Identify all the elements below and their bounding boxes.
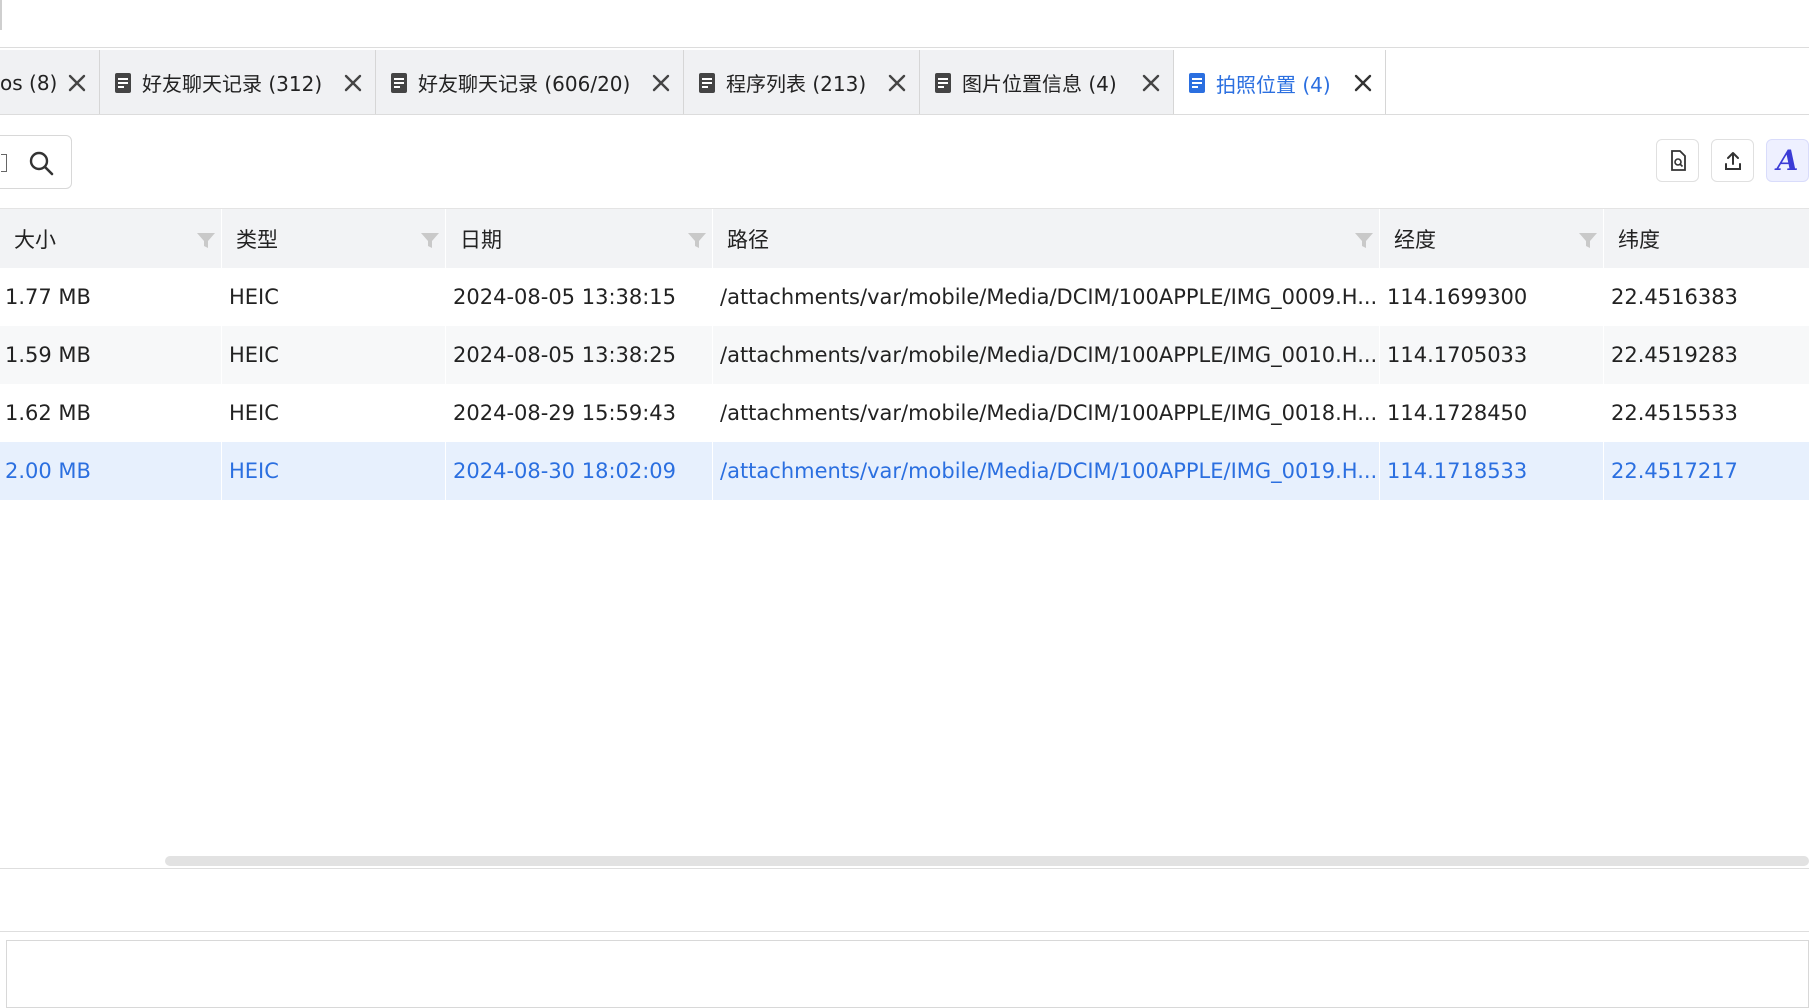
cell-type: HEIC [222, 326, 446, 384]
cell-size: 1.59 MB [0, 326, 222, 384]
search-bracket-glyph [1, 154, 7, 172]
detail-panel [0, 868, 1809, 932]
status-panel [6, 940, 1809, 1008]
column-header-size[interactable]: 大小 [0, 209, 222, 268]
column-header-path[interactable]: 路径 [713, 209, 1380, 268]
table-row[interactable]: 1.59 MB HEIC 2024-08-05 13:38:25 /attach… [0, 326, 1809, 384]
filter-icon[interactable] [195, 229, 217, 251]
cell-size: 1.62 MB [0, 384, 222, 442]
tab-friend-chat-606[interactable]: 好友聊天记录 (606/20) [376, 50, 684, 114]
cell-type: HEIC [222, 442, 446, 500]
search-box[interactable] [0, 135, 72, 189]
document-icon [391, 72, 407, 93]
column-label: 经度 [1394, 227, 1436, 252]
table-row[interactable]: 1.62 MB HEIC 2024-08-29 15:59:43 /attach… [0, 384, 1809, 442]
tab-friend-chat-312[interactable]: 好友聊天记录 (312) [100, 50, 376, 114]
tab-photo-location[interactable]: 拍照位置 (4) [1174, 50, 1386, 114]
cell-date: 2024-08-30 18:02:09 [446, 442, 713, 500]
column-label: 纬度 [1618, 227, 1660, 252]
close-icon[interactable] [65, 71, 89, 95]
close-icon[interactable] [885, 71, 909, 95]
cell-latitude: 22.4516383 [1611, 285, 1738, 309]
cell-latitude: 22.4515533 [1611, 401, 1738, 425]
cell-latitude: 22.4517217 [1611, 459, 1738, 483]
ai-assistant-button[interactable]: A [1766, 139, 1809, 182]
tab-photos[interactable]: os (8) [0, 50, 100, 114]
close-icon[interactable] [341, 71, 365, 95]
column-label: 大小 [14, 227, 56, 252]
column-header-date[interactable]: 日期 [446, 209, 713, 268]
upload-button[interactable] [1711, 139, 1754, 182]
close-icon[interactable] [649, 71, 673, 95]
tab-label: 好友聊天记录 (312) [142, 72, 323, 96]
column-header-longitude[interactable]: 经度 [1380, 209, 1604, 268]
file-preview-icon [1670, 149, 1686, 171]
cell-type: HEIC [222, 268, 446, 326]
cell-size: 1.77 MB [0, 268, 222, 326]
cell-longitude: 114.1718533 [1380, 442, 1604, 500]
document-icon [115, 72, 131, 93]
tab-app-list[interactable]: 程序列表 (213) [684, 50, 920, 114]
table-row[interactable]: 1.77 MB HEIC 2024-08-05 13:38:15 /attach… [0, 268, 1809, 326]
tab-image-location[interactable]: 图片位置信息 (4) [920, 50, 1174, 114]
filter-icon[interactable] [686, 229, 708, 251]
cell-path: /attachments/var/mobile/Media/DCIM/100AP… [713, 384, 1380, 442]
cell-path: /attachments/var/mobile/Media/DCIM/100AP… [713, 268, 1380, 326]
search-icon[interactable] [27, 149, 55, 177]
column-label: 路径 [727, 227, 769, 252]
document-icon [935, 72, 951, 93]
cell-longitude: 114.1699300 [1380, 268, 1604, 326]
column-label: 类型 [236, 227, 278, 252]
cell-longitude: 114.1728450 [1380, 384, 1604, 442]
cell-longitude: 114.1705033 [1380, 326, 1604, 384]
horizontal-scrollbar-thumb[interactable] [165, 856, 1809, 866]
filter-icon[interactable] [419, 229, 441, 251]
column-label: 日期 [460, 227, 502, 252]
tab-label: 图片位置信息 (4) [962, 72, 1117, 96]
tab-bar: os (8) 好友聊天记录 (312) 好友聊天记录 (606/20) 程序列表… [0, 48, 1809, 115]
window-edge [0, 0, 2, 30]
document-icon [1189, 73, 1205, 93]
cell-path: /attachments/var/mobile/Media/DCIM/100AP… [713, 442, 1380, 500]
window-top-bar [0, 0, 1809, 48]
data-grid: 大小 类型 日期 路径 经度 纬度 1.77 MB HEIC 2024-08-0… [0, 208, 1809, 868]
table-row-selected[interactable]: 2.00 MB HEIC 2024-08-30 18:02:09 /attach… [0, 442, 1809, 500]
tab-label: 程序列表 (213) [726, 72, 867, 96]
tab-label: os (8) [0, 70, 58, 95]
cell-latitude: 22.4519283 [1611, 343, 1738, 367]
toolbar: A [0, 116, 1809, 208]
grid-header: 大小 类型 日期 路径 经度 纬度 [0, 209, 1809, 268]
document-icon [699, 72, 715, 93]
cell-date: 2024-08-29 15:59:43 [446, 384, 713, 442]
cell-date: 2024-08-05 13:38:25 [446, 326, 713, 384]
cell-size: 2.00 MB [0, 442, 222, 500]
cell-type: HEIC [222, 384, 446, 442]
cell-path: /attachments/var/mobile/Media/DCIM/100AP… [713, 326, 1380, 384]
filter-icon[interactable] [1353, 229, 1375, 251]
tab-label: 好友聊天记录 (606/20) [418, 72, 631, 96]
close-icon[interactable] [1139, 71, 1163, 95]
close-icon[interactable] [1351, 71, 1375, 95]
filter-icon[interactable] [1577, 229, 1599, 251]
cell-date: 2024-08-05 13:38:15 [446, 268, 713, 326]
upload-icon [1724, 151, 1741, 170]
column-header-type[interactable]: 类型 [222, 209, 446, 268]
tab-label: 拍照位置 (4) [1216, 72, 1331, 97]
file-preview-button[interactable] [1656, 139, 1699, 182]
column-header-latitude[interactable]: 纬度 [1604, 209, 1809, 268]
ai-assistant-icon: A [1776, 143, 1799, 177]
